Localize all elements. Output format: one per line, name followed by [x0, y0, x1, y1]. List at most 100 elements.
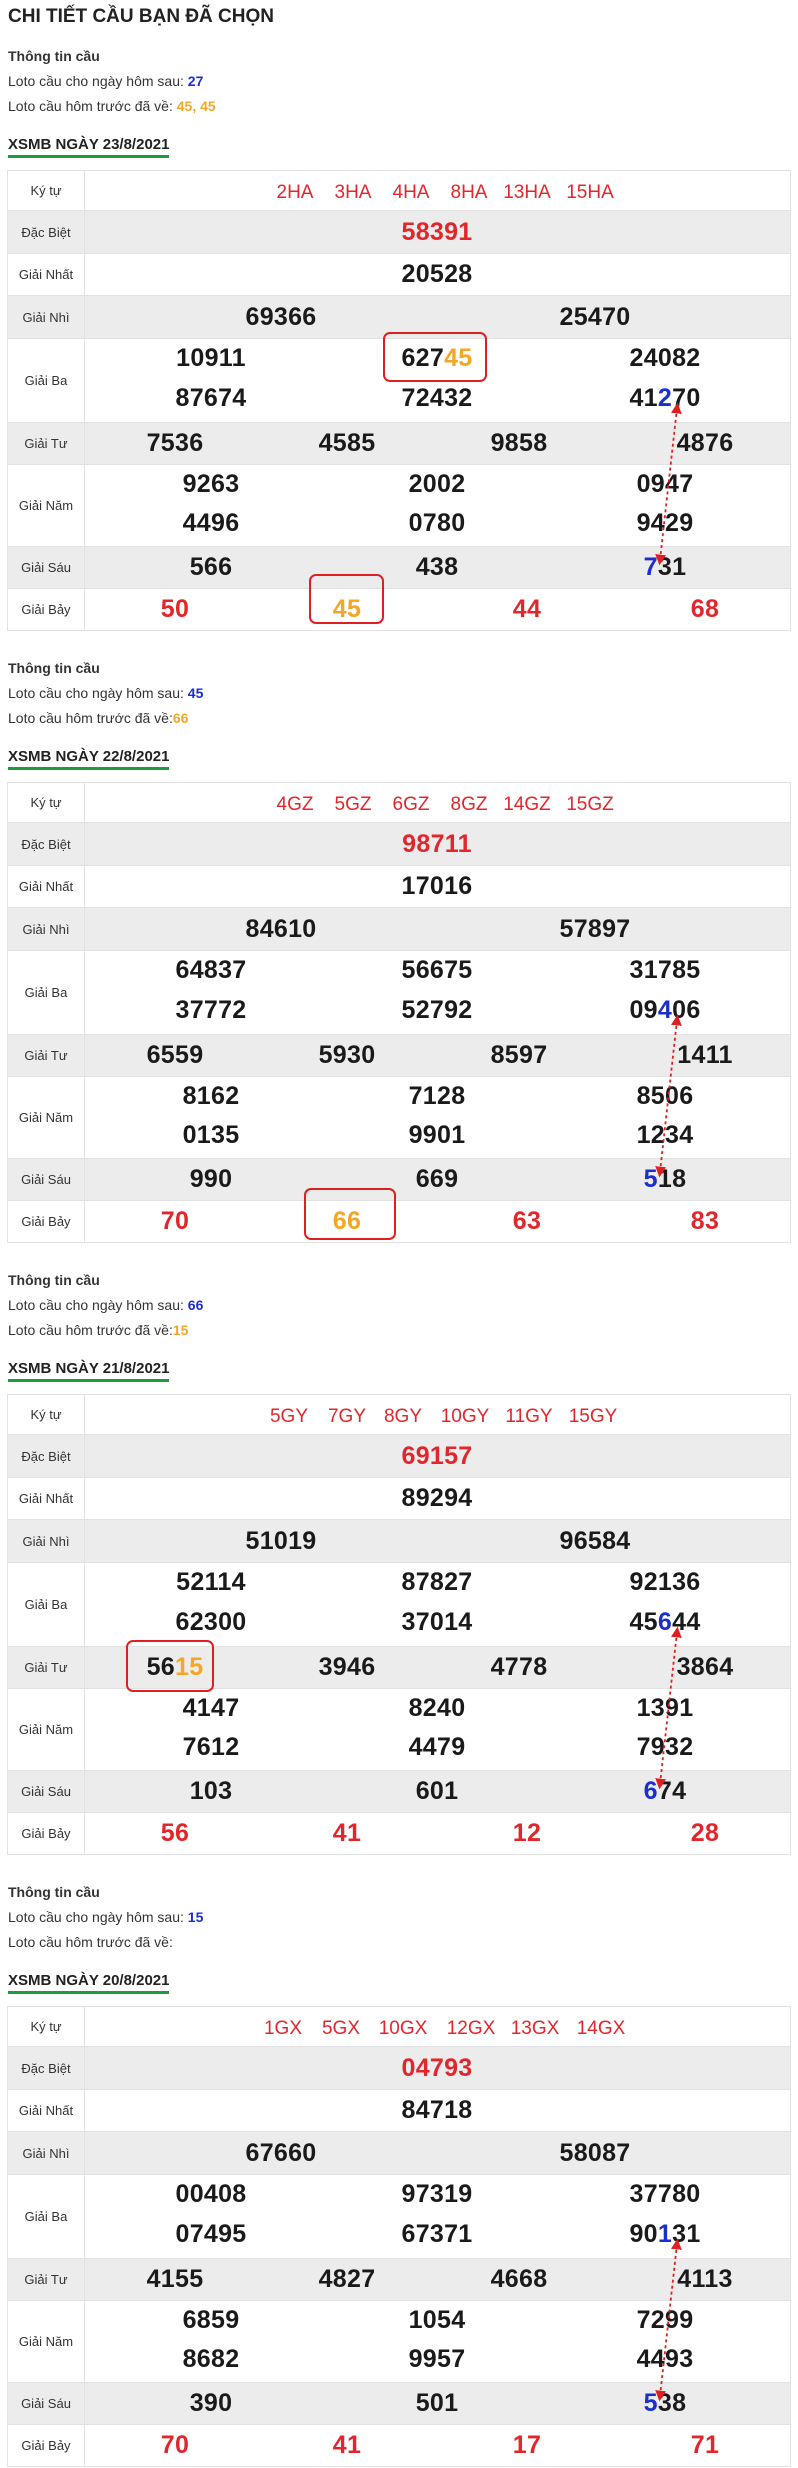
third-prize: 62300 — [175, 1608, 247, 1636]
first-prize: 84718 — [401, 2096, 473, 2124]
highlight-box — [383, 332, 487, 382]
seventh-prize: 63 — [512, 1207, 542, 1235]
third-prize: 64837 — [175, 956, 247, 984]
label-kytu: Ký tự — [7, 1394, 85, 1435]
third-prize: 24082 — [629, 344, 701, 372]
code-item: 8GY — [383, 1406, 423, 1427]
second-prize: 69366 — [245, 303, 317, 331]
fourth-prize: 9858 — [490, 429, 548, 457]
third-prize: 41270 — [629, 384, 701, 412]
third-prize: 31785 — [629, 956, 701, 984]
seventh-prize: 70 — [160, 2431, 190, 2459]
code-item: 5GX — [321, 2018, 361, 2039]
fifth-prize: 8162 — [182, 1082, 240, 1110]
next-value: 66 — [187, 1297, 204, 1313]
third-prize: 72432 — [401, 384, 473, 412]
label-giai-sau: Giải Sáu — [7, 1770, 85, 1813]
label-dac-biet: Đặc Biệt — [7, 1434, 85, 1478]
second-prize: 96584 — [559, 1527, 631, 1555]
draw-title-link[interactable]: XSMB NGÀY 21/8/2021 — [8, 1360, 170, 1382]
third-prize: 07495 — [175, 2220, 247, 2248]
fourth-prize: 4827 — [318, 2265, 376, 2293]
label-giai-nhat: Giải Nhất — [7, 865, 85, 908]
label-giai-nhi: Giải Nhì — [7, 2131, 85, 2175]
seventh-prize: 68 — [690, 595, 720, 623]
sixth-prize: 518 — [643, 1165, 687, 1193]
highlight-digit: 6 — [643, 1777, 658, 1805]
label-dac-biet: Đặc Biệt — [7, 2046, 85, 2090]
seventh-prize: 41 — [332, 2431, 362, 2459]
info-block: Thông tin cầu Loto cầu cho ngày hôm sau:… — [8, 44, 216, 119]
fourth-prize: 4113 — [677, 2265, 733, 2293]
fourth-prize: 5930 — [318, 1041, 376, 1069]
draw-title-link[interactable]: XSMB NGÀY 22/8/2021 — [8, 748, 170, 770]
seventh-prize: 56 — [160, 1819, 190, 1847]
third-prize: 56675 — [401, 956, 473, 984]
label-giai-nhat: Giải Nhất — [7, 2089, 85, 2132]
special-prize: 69157 — [401, 1442, 473, 1470]
next-value: 15 — [187, 1909, 204, 1925]
third-prize: 52792 — [401, 996, 473, 1024]
third-prize: 45644 — [629, 1608, 701, 1636]
second-prize: 84610 — [245, 915, 317, 943]
draw-title-link[interactable]: XSMB NGÀY 23/8/2021 — [8, 136, 170, 158]
code-item: 4HA — [392, 182, 430, 203]
fourth-prize: 4585 — [318, 429, 376, 457]
highlight-box — [126, 1640, 214, 1692]
sixth-prize: 501 — [415, 2389, 459, 2417]
code-item: 12GX — [446, 2018, 496, 2039]
fifth-prize: 4493 — [636, 2345, 694, 2373]
prev-label: Loto cầu hôm trước đã về: — [8, 710, 173, 726]
fifth-prize: 2002 — [408, 470, 466, 498]
result-table: Ký tự 1GX 5GX 10GX 12GX 13GX 14GX Đặc Bi… — [7, 2006, 791, 2467]
fifth-prize: 8506 — [636, 1082, 694, 1110]
result-table: Ký tự 4GZ 5GZ 6GZ 8GZ 14GZ 15GZ Đặc Biệt… — [7, 782, 791, 1243]
label-kytu: Ký tự — [7, 170, 85, 211]
label-giai-nhi: Giải Nhì — [7, 1519, 85, 1563]
special-prize: 58391 — [401, 218, 473, 246]
highlight-box — [304, 1188, 396, 1240]
label-giai-tu: Giải Tư — [7, 1034, 85, 1077]
sixth-prize: 566 — [189, 553, 233, 581]
code-item: 3HA — [334, 182, 372, 203]
label-dac-biet: Đặc Biệt — [7, 822, 85, 866]
third-prize: 92136 — [629, 1568, 701, 1596]
next-label: Loto cầu cho ngày hôm sau: — [8, 1909, 188, 1925]
fifth-prize: 8240 — [408, 1694, 466, 1722]
sixth-prize: 601 — [415, 1777, 459, 1805]
info-block: Thông tin cầu Loto cầu cho ngày hôm sau:… — [8, 656, 203, 731]
highlight-digit: 6 — [657, 1608, 673, 1636]
info-title: Thông tin cầu — [8, 660, 100, 676]
code-item: 8HA — [450, 182, 488, 203]
fifth-prize: 0135 — [182, 1121, 240, 1149]
info-block: Thông tin cầu Loto cầu cho ngày hôm sau:… — [8, 1268, 203, 1343]
second-prize: 57897 — [559, 915, 631, 943]
fifth-prize: 9957 — [408, 2345, 466, 2373]
next-value: 45 — [187, 685, 204, 701]
fourth-prize: 7536 — [146, 429, 204, 457]
highlight-digit: 4 — [657, 996, 673, 1024]
fifth-prize: 7932 — [636, 1733, 694, 1761]
third-prize: 97319 — [401, 2180, 473, 2208]
result-table: Ký tự 2HA 3HA 4HA 8HA 13HA 15HA Đặc Biệt… — [7, 170, 791, 631]
label-kytu: Ký tự — [7, 2006, 85, 2047]
highlight-digit: 2 — [657, 384, 673, 412]
seventh-prize: 17 — [512, 2431, 542, 2459]
label-giai-sau: Giải Sáu — [7, 2382, 85, 2425]
second-prize: 51019 — [245, 1527, 317, 1555]
label-giai-ba: Giải Ba — [7, 338, 85, 423]
page-title: CHI TIẾT CẦU BẠN ĐÃ CHỌN — [8, 6, 274, 27]
fourth-prize: 8597 — [490, 1041, 548, 1069]
draw-title-link[interactable]: XSMB NGÀY 20/8/2021 — [8, 1972, 170, 1994]
seventh-prize: 12 — [512, 1819, 542, 1847]
label-giai-nhat: Giải Nhất — [7, 1477, 85, 1520]
code-item: 13GX — [510, 2018, 560, 2039]
code-item: 5GZ — [334, 794, 372, 815]
sixth-prize: 390 — [189, 2389, 233, 2417]
label-giai-sau: Giải Sáu — [7, 546, 85, 589]
fifth-prize: 6859 — [182, 2306, 240, 2334]
fifth-prize: 4147 — [182, 1694, 240, 1722]
fourth-prize: 4155 — [146, 2265, 204, 2293]
prev-label: Loto cầu hôm trước đã về: — [8, 1934, 173, 1950]
sixth-prize: 669 — [415, 1165, 459, 1193]
